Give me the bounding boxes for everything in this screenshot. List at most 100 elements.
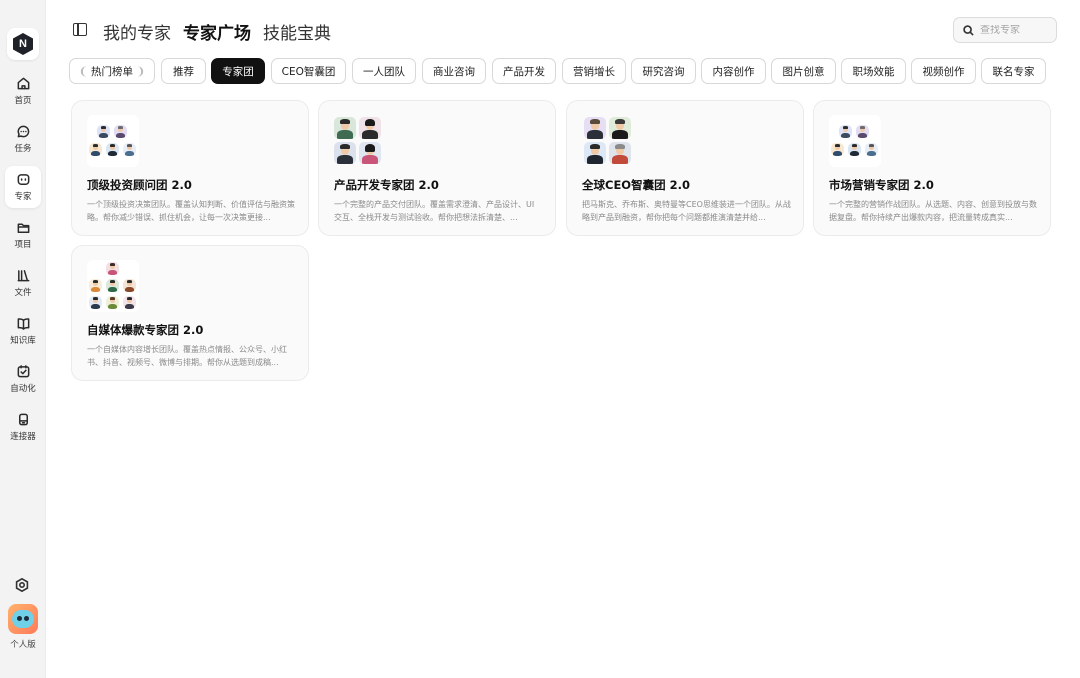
filter-chip[interactable]: 研究咨询 bbox=[631, 58, 696, 84]
filter-chip-hot[interactable]: ❨ 热门榜单 ❩ bbox=[69, 58, 155, 84]
sidebar-item-experts[interactable]: 专家 bbox=[5, 166, 41, 208]
filter-chip[interactable]: 内容创作 bbox=[701, 58, 766, 84]
member-avatar bbox=[106, 296, 119, 309]
expert-team-card[interactable]: 全球CEO智囊团 2.0 把马斯克、乔布斯、奥特曼等CEO思维装进一个团队。从战… bbox=[566, 100, 804, 236]
card-title: 顶级投资顾问团 2.0 bbox=[87, 178, 192, 192]
user-avatar[interactable] bbox=[8, 604, 38, 634]
sidebar-item-label: 项目 bbox=[14, 240, 32, 250]
card-description: 一个完整的产品交付团队。覆盖需求澄清、产品设计、UI 交互、全栈开发与测试验收。… bbox=[334, 200, 535, 222]
book-icon bbox=[17, 318, 29, 330]
team-avatars bbox=[829, 115, 881, 167]
member-avatar bbox=[865, 143, 878, 156]
folder-icon bbox=[17, 223, 29, 233]
member-avatar bbox=[584, 142, 606, 164]
search-box bbox=[953, 17, 1057, 43]
sidebar-item-automation[interactable]: 自动化 bbox=[5, 358, 41, 400]
settings-button[interactable] bbox=[14, 577, 32, 595]
member-avatar bbox=[609, 117, 631, 139]
header-tabs: 我的专家 专家广场 技能宝典 bbox=[103, 19, 331, 44]
card-description: 一个顶级投资决策团队。覆盖认知判断、价值评估与融资策略。帮你减少错误、抓住机会，… bbox=[87, 200, 295, 222]
sidebar-item-label: 自动化 bbox=[10, 384, 36, 394]
filter-chip[interactable]: CEO智囊团 bbox=[271, 58, 346, 84]
sidebar-item-label: 文件 bbox=[14, 288, 32, 298]
sidebar-item-label: 首页 bbox=[14, 96, 32, 106]
tab-skill-book[interactable]: 技能宝典 bbox=[263, 19, 331, 44]
automation-icon bbox=[17, 365, 29, 378]
tab-my-experts[interactable]: 我的专家 bbox=[103, 19, 171, 44]
card-description: 把马斯克、乔布斯、奥特曼等CEO思维装进一个团队。从战略到产品到融资，帮你把每个… bbox=[582, 200, 791, 222]
tab-expert-plaza[interactable]: 专家广场 bbox=[183, 19, 251, 44]
sidebar-item-label: 知识库 bbox=[10, 336, 36, 346]
member-avatar bbox=[106, 262, 119, 275]
member-avatar bbox=[334, 117, 356, 139]
member-avatar bbox=[856, 125, 869, 138]
card-description: 一个自媒体内容增长团队。覆盖热点情报、公众号、小红书、抖音、视频号、微博与排期。… bbox=[87, 345, 287, 367]
member-avatar bbox=[334, 142, 356, 164]
member-avatar bbox=[584, 117, 606, 139]
expert-icon bbox=[17, 174, 29, 185]
filter-chip[interactable]: 推荐 bbox=[161, 58, 206, 84]
filter-chip[interactable]: 产品开发 bbox=[492, 58, 556, 84]
avatar-mascot-icon bbox=[12, 610, 34, 628]
card-title: 产品开发专家团 2.0 bbox=[334, 178, 439, 192]
laurel-left-icon: ❨ bbox=[78, 64, 88, 78]
member-avatar bbox=[106, 279, 119, 292]
settings-icon bbox=[15, 577, 29, 593]
filter-chip[interactable]: 一人团队 bbox=[352, 58, 416, 84]
member-avatar bbox=[848, 143, 861, 156]
team-avatars bbox=[87, 260, 139, 312]
filter-chip[interactable]: 视频创作 bbox=[911, 58, 976, 84]
sidebar-item-projects[interactable]: 项目 bbox=[5, 214, 41, 256]
home-icon bbox=[17, 77, 29, 90]
filter-chip[interactable]: 联名专家 bbox=[981, 58, 1046, 84]
sidebar-item-connectors[interactable]: 连接器 bbox=[5, 406, 41, 448]
member-avatar bbox=[359, 142, 381, 164]
sidebar-item-label: 连接器 bbox=[10, 432, 36, 442]
library-icon bbox=[17, 270, 29, 282]
sidebar-item-files[interactable]: 文件 bbox=[5, 262, 41, 304]
card-title: 自媒体爆款专家团 2.0 bbox=[87, 323, 204, 337]
member-avatar bbox=[89, 279, 102, 292]
filter-chip[interactable]: 商业咨询 bbox=[422, 58, 486, 84]
logo-icon: N bbox=[13, 33, 33, 55]
filter-chip-label: 热门榜单 bbox=[91, 65, 133, 78]
app-logo[interactable]: N bbox=[7, 28, 39, 60]
member-avatar bbox=[831, 143, 844, 156]
member-avatar bbox=[839, 125, 852, 138]
sidebar-item-home[interactable]: 首页 bbox=[5, 70, 41, 112]
expert-team-card[interactable]: 市场营销专家团 2.0 一个完整的营销作战团队。从选题、内容、创意到投放与数据复… bbox=[813, 100, 1051, 236]
sidebar: N 首页 任务 专家 项目 文件 知识库 自动化 连接器 个人版 bbox=[0, 0, 46, 678]
member-avatar bbox=[123, 143, 136, 156]
member-avatar bbox=[89, 296, 102, 309]
member-avatar bbox=[97, 125, 110, 138]
filter-chip-active[interactable]: 专家团 bbox=[211, 58, 265, 84]
expert-team-card[interactable]: 自媒体爆款专家团 2.0 一个自媒体内容增长团队。覆盖热点情报、公众号、小红书、… bbox=[71, 245, 309, 381]
expert-team-card[interactable]: 产品开发专家团 2.0 一个完整的产品交付团队。覆盖需求澄清、产品设计、UI 交… bbox=[318, 100, 556, 236]
member-avatar bbox=[89, 143, 102, 156]
chat-icon bbox=[17, 125, 29, 138]
sidebar-item-knowledge[interactable]: 知识库 bbox=[5, 310, 41, 352]
card-title: 全球CEO智囊团 2.0 bbox=[582, 178, 690, 192]
connector-icon bbox=[18, 413, 28, 426]
filter-chip[interactable]: 营销增长 bbox=[562, 58, 626, 84]
member-avatar bbox=[123, 279, 136, 292]
filter-chip[interactable]: 职场效能 bbox=[841, 58, 906, 84]
card-description: 一个完整的营销作战团队。从选题、内容、创意到投放与数据复盘。帮你持续产出爆款内容… bbox=[829, 200, 1037, 222]
expert-team-card[interactable]: 顶级投资顾问团 2.0 一个顶级投资决策团队。覆盖认知判断、价值评估与融资策略。… bbox=[71, 100, 309, 236]
sidebar-item-label: 任务 bbox=[14, 144, 32, 154]
card-title: 市场营销专家团 2.0 bbox=[829, 178, 934, 192]
sidebar-item-tasks[interactable]: 任务 bbox=[5, 118, 41, 160]
member-avatar bbox=[106, 143, 119, 156]
team-avatars bbox=[582, 115, 634, 167]
member-avatar bbox=[609, 142, 631, 164]
laurel-right-icon: ❩ bbox=[136, 64, 146, 78]
member-avatar bbox=[359, 117, 381, 139]
team-avatars bbox=[334, 115, 386, 167]
sidebar-item-label: 专家 bbox=[14, 192, 32, 202]
plan-label: 个人版 bbox=[10, 640, 36, 650]
sidebar-toggle-icon[interactable] bbox=[73, 23, 87, 36]
member-avatar bbox=[123, 296, 136, 309]
filter-chip[interactable]: 图片创意 bbox=[771, 58, 836, 84]
team-avatars bbox=[87, 115, 139, 167]
search-input[interactable] bbox=[980, 24, 1050, 36]
